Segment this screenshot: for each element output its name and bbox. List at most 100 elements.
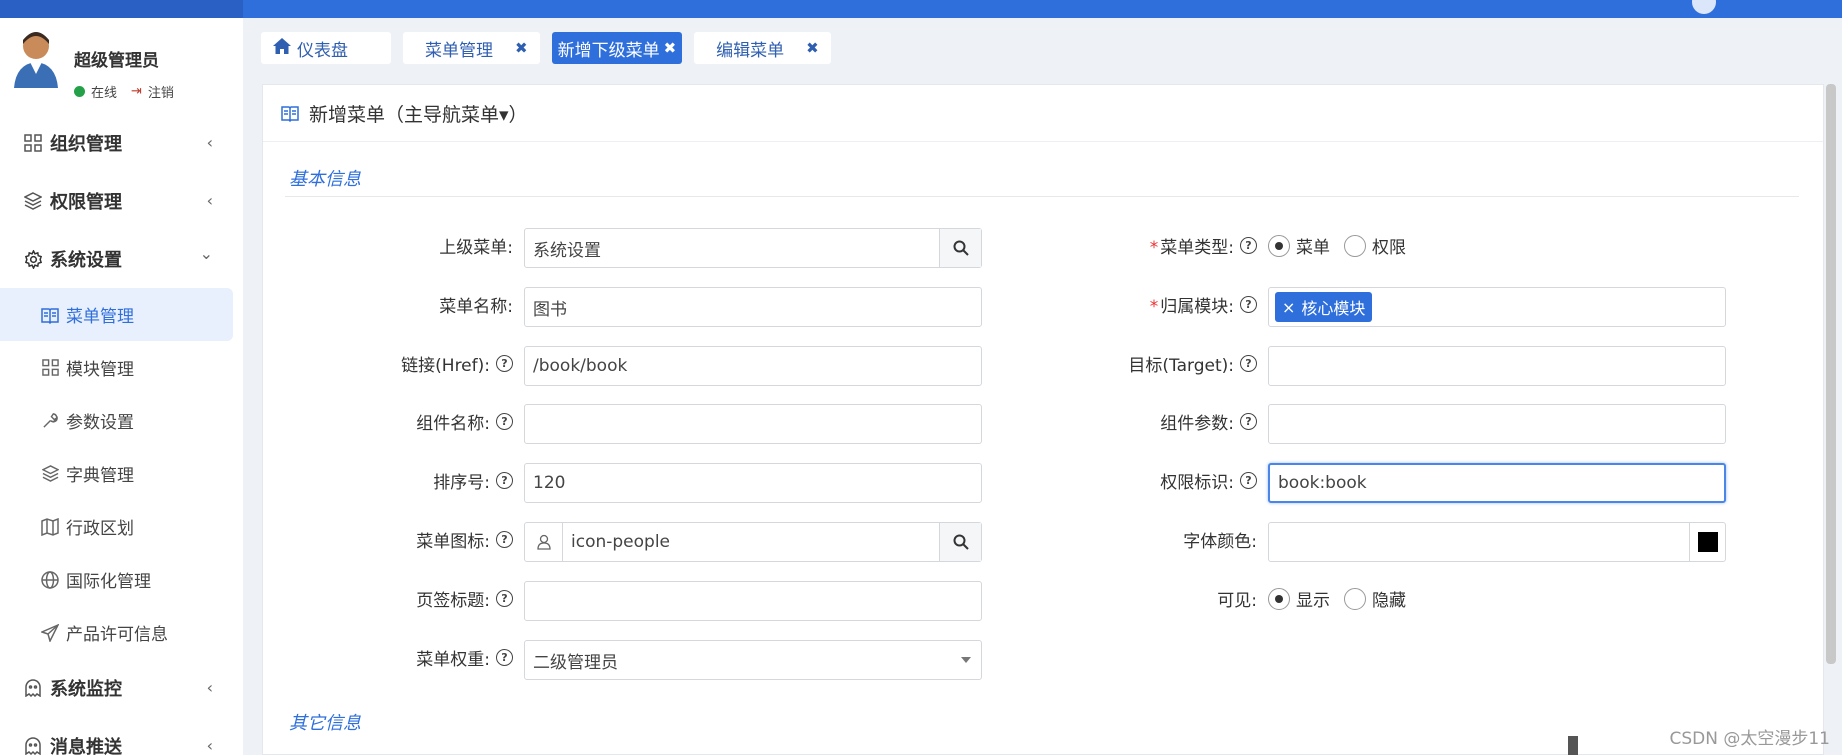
people-icon xyxy=(525,523,563,561)
menu-weight-label: 菜单权重: ? xyxy=(283,645,513,670)
permission-input[interactable]: book:book xyxy=(1268,463,1726,503)
sidebar: 超级管理员 在线 ⇥ 注销 组织管理 ‹ 权限管理 ‹ 系统设置 ⌄ 菜单管理 … xyxy=(0,18,243,755)
user-panel: 超级管理员 在线 ⇥ 注销 xyxy=(12,30,237,102)
wrench-icon xyxy=(40,411,60,431)
radio-unchecked[interactable] xyxy=(1344,587,1366,610)
sort-input[interactable]: 120 xyxy=(524,463,982,503)
help-icon[interactable]: ? xyxy=(496,355,513,372)
tab-title-input[interactable] xyxy=(524,581,982,621)
radio-checked[interactable] xyxy=(1268,587,1290,610)
help-icon[interactable]: ? xyxy=(1240,472,1257,489)
sidebar-item-system-settings[interactable]: 系统设置 ⌄ xyxy=(0,230,243,288)
color-swatch xyxy=(1697,532,1718,552)
sidebar-item-org[interactable]: 组织管理 ‹ xyxy=(0,114,243,172)
horizontal-scroll-thumb[interactable] xyxy=(1568,736,1578,755)
book-icon xyxy=(40,305,60,325)
sidebar-item-label: 组织管理 xyxy=(50,134,122,155)
radio-unchecked[interactable] xyxy=(1344,234,1366,257)
sidebar-item-label: 消息推送 xyxy=(50,737,122,755)
help-icon[interactable]: ? xyxy=(496,472,513,489)
label-text: 可见: xyxy=(1217,591,1257,611)
search-button[interactable] xyxy=(939,229,981,267)
required-mark: * xyxy=(1149,297,1159,317)
component-name-input[interactable] xyxy=(524,404,982,444)
sidebar-item-permission[interactable]: 权限管理 ‹ xyxy=(0,172,243,230)
sidebar-item-menu-management[interactable]: 菜单管理 xyxy=(0,288,233,341)
layers-icon xyxy=(22,190,44,212)
logout-link[interactable]: 注销 xyxy=(148,82,174,101)
parent-menu-input[interactable]: 系统设置 xyxy=(524,228,982,268)
permission-label: 权限标识: ? xyxy=(1027,468,1257,493)
sidebar-item-params[interactable]: 参数设置 xyxy=(0,394,243,447)
color-picker-button[interactable] xyxy=(1689,523,1725,561)
section-basic-info: 基本信息 xyxy=(289,169,361,190)
input-value: 图书 xyxy=(533,299,567,320)
icon-search-button[interactable] xyxy=(939,523,981,561)
radio-option-permission[interactable]: 权限 xyxy=(1344,233,1406,258)
help-icon[interactable]: ? xyxy=(496,590,513,607)
search-icon xyxy=(953,240,969,256)
sidebar-item-label: 字典管理 xyxy=(66,466,134,486)
tab-title-label: 页签标题: ? xyxy=(283,586,513,611)
sidebar-item-monitor[interactable]: 系统监控 ‹ xyxy=(0,659,243,717)
label-text: 权限标识: xyxy=(1160,473,1234,493)
input-value: 120 xyxy=(533,473,566,493)
sidebar-item-admin-region[interactable]: 行政区划 xyxy=(0,500,243,553)
sidebar-item-message-push[interactable]: 消息推送 ‹ xyxy=(0,717,243,755)
visible-label: 可见: xyxy=(1027,586,1257,611)
top-bar-logo-area xyxy=(0,0,243,18)
sidebar-item-label: 模块管理 xyxy=(66,360,134,380)
panel-title[interactable]: 新增菜单（主导航菜单▾） xyxy=(309,100,528,127)
menu-type-label: * 菜单类型: ? xyxy=(1027,233,1257,258)
sidebar-item-label: 行政区划 xyxy=(66,519,134,539)
radio-option-menu[interactable]: 菜单 xyxy=(1268,233,1330,258)
close-icon[interactable]: ✖ xyxy=(664,39,677,57)
menu-icon-input[interactable]: icon-people xyxy=(524,522,982,562)
globe-icon xyxy=(40,570,60,590)
target-input[interactable] xyxy=(1268,346,1726,386)
href-input[interactable]: /book/book xyxy=(524,346,982,386)
top-user-avatar[interactable] xyxy=(1692,0,1716,14)
radio-label: 隐藏 xyxy=(1372,591,1406,611)
home-icon xyxy=(273,37,291,59)
scrollbar[interactable] xyxy=(1826,84,1836,664)
component-params-input[interactable] xyxy=(1268,404,1726,444)
radio-label: 显示 xyxy=(1296,591,1330,611)
label-text: 目标(Target): xyxy=(1128,356,1234,376)
tab-menu-management[interactable]: 菜单管理 ✖ xyxy=(403,32,540,64)
close-icon[interactable]: ✖ xyxy=(515,39,528,57)
sidebar-nav: 组织管理 ‹ 权限管理 ‹ 系统设置 ⌄ 菜单管理 模块管理 参数设置 字典管理… xyxy=(0,114,243,755)
grid-icon xyxy=(40,358,60,378)
user-status: 在线 ⇥ 注销 xyxy=(74,82,174,101)
help-icon[interactable]: ? xyxy=(496,413,513,430)
module-multiselect[interactable]: × 核心模块 xyxy=(1268,287,1726,327)
chevron-left-icon: ‹ xyxy=(206,736,213,755)
tag-remove-icon[interactable]: × xyxy=(1282,298,1295,317)
sidebar-item-i18n[interactable]: 国际化管理 xyxy=(0,553,243,606)
help-icon[interactable]: ? xyxy=(1240,413,1257,430)
radio-checked[interactable] xyxy=(1268,234,1290,257)
radio-label: 菜单 xyxy=(1296,238,1330,258)
tab-add-submenu[interactable]: 新增下级菜单 ✖ xyxy=(551,32,683,64)
radio-option-hide[interactable]: 隐藏 xyxy=(1344,586,1406,611)
label-text: 菜单图标: xyxy=(416,532,490,552)
help-icon[interactable]: ? xyxy=(496,649,513,666)
radio-option-show[interactable]: 显示 xyxy=(1268,586,1330,611)
font-color-input[interactable] xyxy=(1268,522,1726,562)
help-icon[interactable]: ? xyxy=(1240,237,1257,254)
sidebar-item-module-management[interactable]: 模块管理 xyxy=(0,341,243,394)
menu-weight-select[interactable]: 二级管理员 xyxy=(524,640,982,680)
online-dot-icon xyxy=(74,86,85,97)
help-icon[interactable]: ? xyxy=(1240,296,1257,313)
menu-name-input[interactable]: 图书 xyxy=(524,287,982,327)
close-icon[interactable]: ✖ xyxy=(806,39,819,57)
tab-dashboard[interactable]: 仪表盘 xyxy=(261,32,391,64)
sidebar-item-dictionary[interactable]: 字典管理 xyxy=(0,447,243,500)
help-icon[interactable]: ? xyxy=(496,531,513,548)
logout-icon[interactable]: ⇥ xyxy=(131,84,142,99)
help-icon[interactable]: ? xyxy=(1240,355,1257,372)
ghost-icon xyxy=(22,735,44,755)
sidebar-item-license[interactable]: 产品许可信息 xyxy=(0,606,243,659)
component-params-label: 组件参数: ? xyxy=(1027,409,1257,434)
tab-edit-menu[interactable]: 编辑菜单 ✖ xyxy=(694,32,831,64)
